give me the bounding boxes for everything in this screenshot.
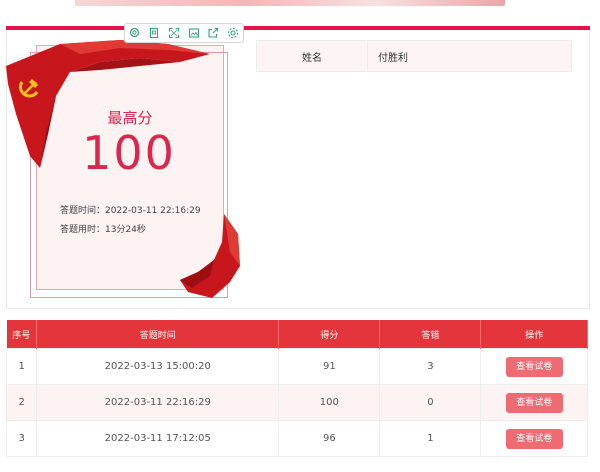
answer-duration: 答题用时：13分24秒 — [60, 225, 146, 235]
answer-records-table: 序号 答题时间 得分 答错 操作 1 2022-03-13 15:00:20 9… — [5, 320, 588, 457]
row-score: 100 — [278, 384, 381, 421]
row-wrong: 3 — [379, 348, 482, 385]
zoom-icon[interactable] — [129, 27, 141, 39]
name-value: 付胜利 — [378, 52, 408, 64]
ribbon-graphic — [180, 214, 240, 298]
header-time: 答题时间 — [36, 320, 280, 349]
row-time: 2022-03-11 22:16:29 — [36, 384, 280, 421]
settings-icon[interactable] — [227, 27, 239, 39]
row-no: 1 — [5, 348, 38, 385]
best-score-value: 100 — [82, 126, 176, 180]
row-time: 2022-03-11 17:12:05 — [36, 420, 280, 457]
row-no: 2 — [5, 384, 38, 421]
expand-icon[interactable] — [168, 27, 180, 39]
view-paper-button[interactable]: 查看试卷 — [505, 356, 563, 377]
header-no: 序号 — [6, 320, 38, 349]
row-wrong: 1 — [379, 420, 482, 457]
row-action: 查看试卷 — [480, 420, 588, 457]
answer-time: 答题时间：2022-03-11 22:16:29 — [60, 206, 201, 216]
share-icon[interactable] — [207, 27, 219, 39]
row-action: 查看试卷 — [480, 348, 588, 385]
name-info-table: 姓名 付胜利 — [256, 40, 572, 72]
name-label: 姓名 — [257, 41, 368, 71]
row-time: 2022-03-13 15:00:20 — [36, 348, 280, 385]
header-action: 操作 — [480, 320, 588, 349]
image-toolbar — [124, 23, 244, 43]
table-header-row: 序号 答题时间 得分 答错 操作 — [6, 320, 588, 349]
row-wrong: 0 — [379, 384, 482, 421]
header-wrong: 答错 — [379, 320, 482, 349]
table-row: 3 2022-03-11 17:12:05 96 1 查看试卷 — [5, 420, 588, 457]
row-no: 3 — [5, 420, 38, 457]
table-row: 1 2022-03-13 15:00:20 91 3 查看试卷 — [5, 348, 588, 385]
view-paper-button[interactable]: 查看试卷 — [505, 428, 563, 449]
header-score: 得分 — [278, 320, 381, 349]
best-score-label: 最高分 — [107, 109, 153, 127]
row-score: 91 — [278, 348, 381, 385]
image-icon[interactable] — [188, 27, 200, 39]
table-row: 2 2022-03-11 22:16:29 100 0 查看试卷 — [5, 384, 588, 421]
top-banner — [75, 0, 505, 6]
row-score: 96 — [278, 420, 381, 457]
document-icon[interactable] — [148, 27, 160, 39]
row-action: 查看试卷 — [480, 384, 588, 421]
view-paper-button[interactable]: 查看试卷 — [505, 392, 563, 413]
